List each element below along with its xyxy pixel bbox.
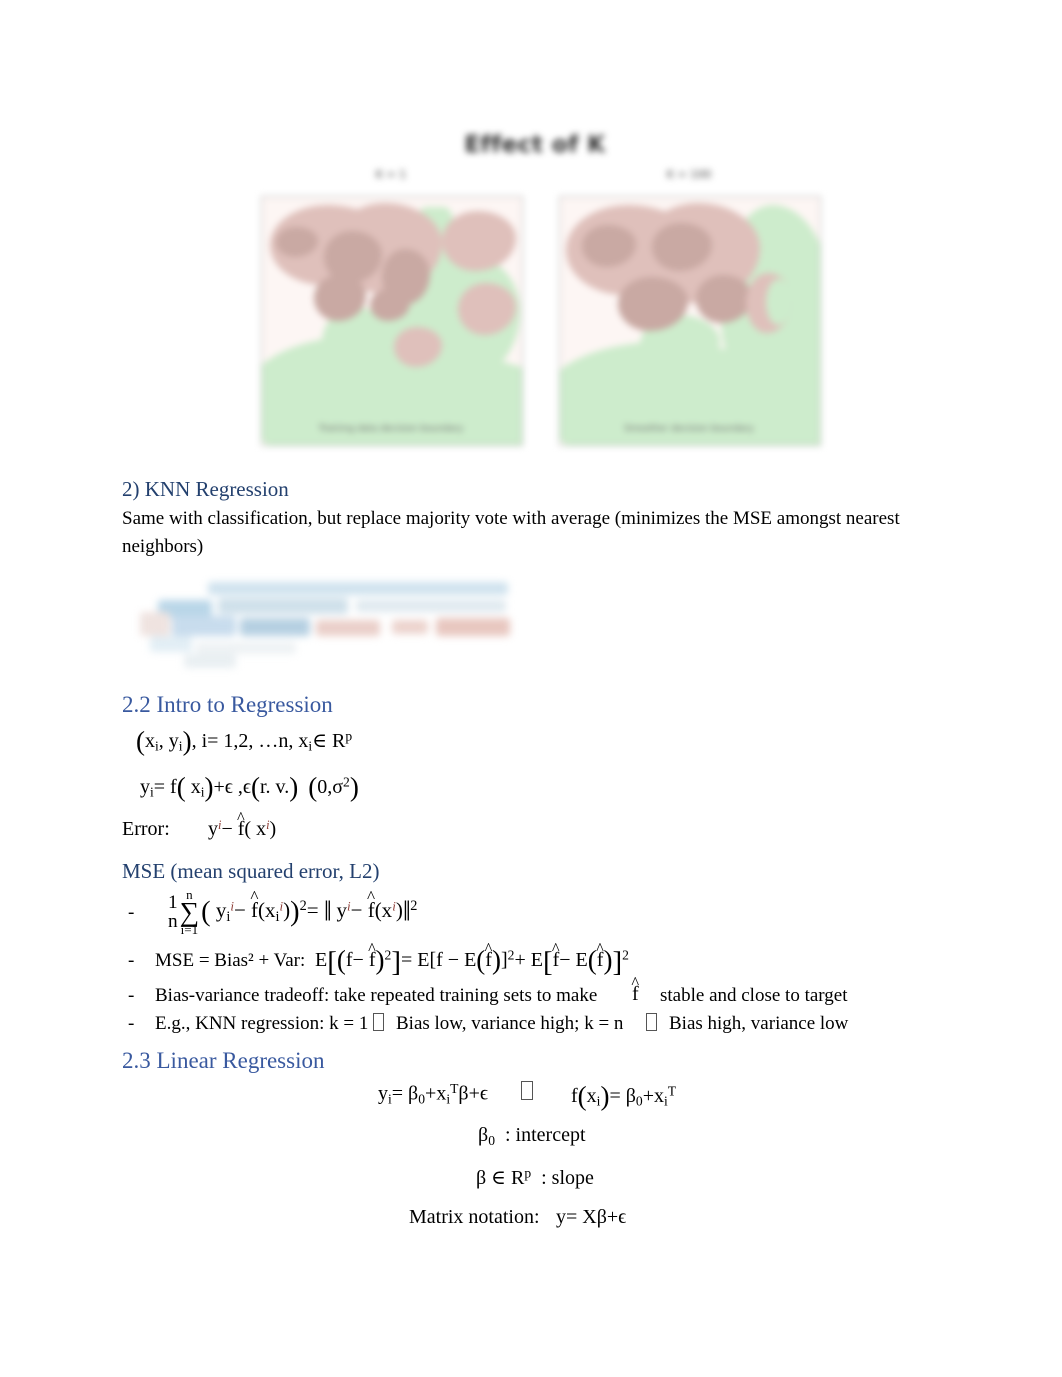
bullet-text-knn-k1: E.g., KNN regression: k = 1 xyxy=(155,1013,369,1034)
decision-boundary-panel-right xyxy=(559,196,821,446)
decision-boundary-panel-left xyxy=(261,196,523,446)
formula-linear-model-right: f(xi)= β0+xiT xyxy=(571,1081,677,1111)
error-label-text: Error: xyxy=(122,818,170,840)
bullet-text-knn-after: Bias high, variance low xyxy=(669,1013,849,1034)
panel-label-left: K = 1 xyxy=(375,168,407,181)
panel-label-right: K = 100 xyxy=(666,168,712,181)
formula-intercept: β0 : intercept xyxy=(478,1124,586,1148)
bullet-text-bias-var: MSE = Bias² + Var: xyxy=(155,950,306,971)
formula-slope: β ∈ Rp : slope xyxy=(476,1165,594,1189)
bullet-text-knn-mid: Bias low, variance high; k = n xyxy=(396,1013,624,1034)
bullet-dash-1: - xyxy=(128,902,135,923)
panel-caption-left: Training data decision boundary xyxy=(318,424,464,434)
heading-intro-to-regression: 2.2 Intro to Regression xyxy=(122,692,333,717)
formula-fhat-tradeoff: f xyxy=(632,983,639,1006)
formula-linear-model-left: yi= β0+xiTβ+ϵ xyxy=(378,1081,488,1107)
formula-bias-variance: E[(f− f)2]= E[f − E(f)]2+ E[f− E(f)]2 xyxy=(315,945,629,979)
bullet-dash-2: - xyxy=(128,950,135,971)
heading-mse: MSE (mean squared error, L2) xyxy=(122,859,380,883)
tofu-glyph-3 xyxy=(519,1081,535,1105)
bullet-dash-4: - xyxy=(128,1013,135,1034)
matrix-notation-label: Matrix notation: xyxy=(409,1206,540,1228)
heading-linear-regression: 2.3 Linear Regression xyxy=(122,1048,325,1073)
heading-knn-regression: 2) KNN Regression xyxy=(122,477,289,501)
figure-title: Effect of K xyxy=(464,132,606,158)
bullet-text-tradeoff: Bias-variance tradeoff: take repeated tr… xyxy=(155,985,598,1006)
formula-regression-model: yi= f( xi)+ϵ ,ϵ(r. v.) (0,σ2) xyxy=(140,772,359,802)
formula-matrix-notation: y= Xβ+ϵ xyxy=(556,1206,627,1228)
knn-regression-body: Same with classification, but replace ma… xyxy=(122,508,900,557)
knn-regression-formula-screenshot xyxy=(140,578,512,670)
tofu-glyph-2 xyxy=(644,1013,659,1036)
formula-data-definition: (xi, yi), i= 1,2, …n, xi∈ Rp xyxy=(136,726,353,756)
formula-mse-sum: 1nn∑i=1( yii− f(xii))2= ‖ yi− f(xi)‖2 xyxy=(168,888,417,936)
tofu-glyph-1 xyxy=(371,1013,386,1036)
panel-caption-right: Smoother decision boundary xyxy=(624,424,754,434)
knn-effect-of-k-figure: Effect of K K = 1 K = 100 Training data … xyxy=(255,118,821,458)
bullet-text-tradeoff-after: stable and close to target xyxy=(660,985,848,1006)
document-page: Effect of K K = 1 K = 100 Training data … xyxy=(0,0,1062,1377)
bullet-dash-3: - xyxy=(128,985,135,1006)
error-label: Error: xyxy=(122,818,170,841)
formula-error: yi− f( xi) xyxy=(208,818,276,841)
